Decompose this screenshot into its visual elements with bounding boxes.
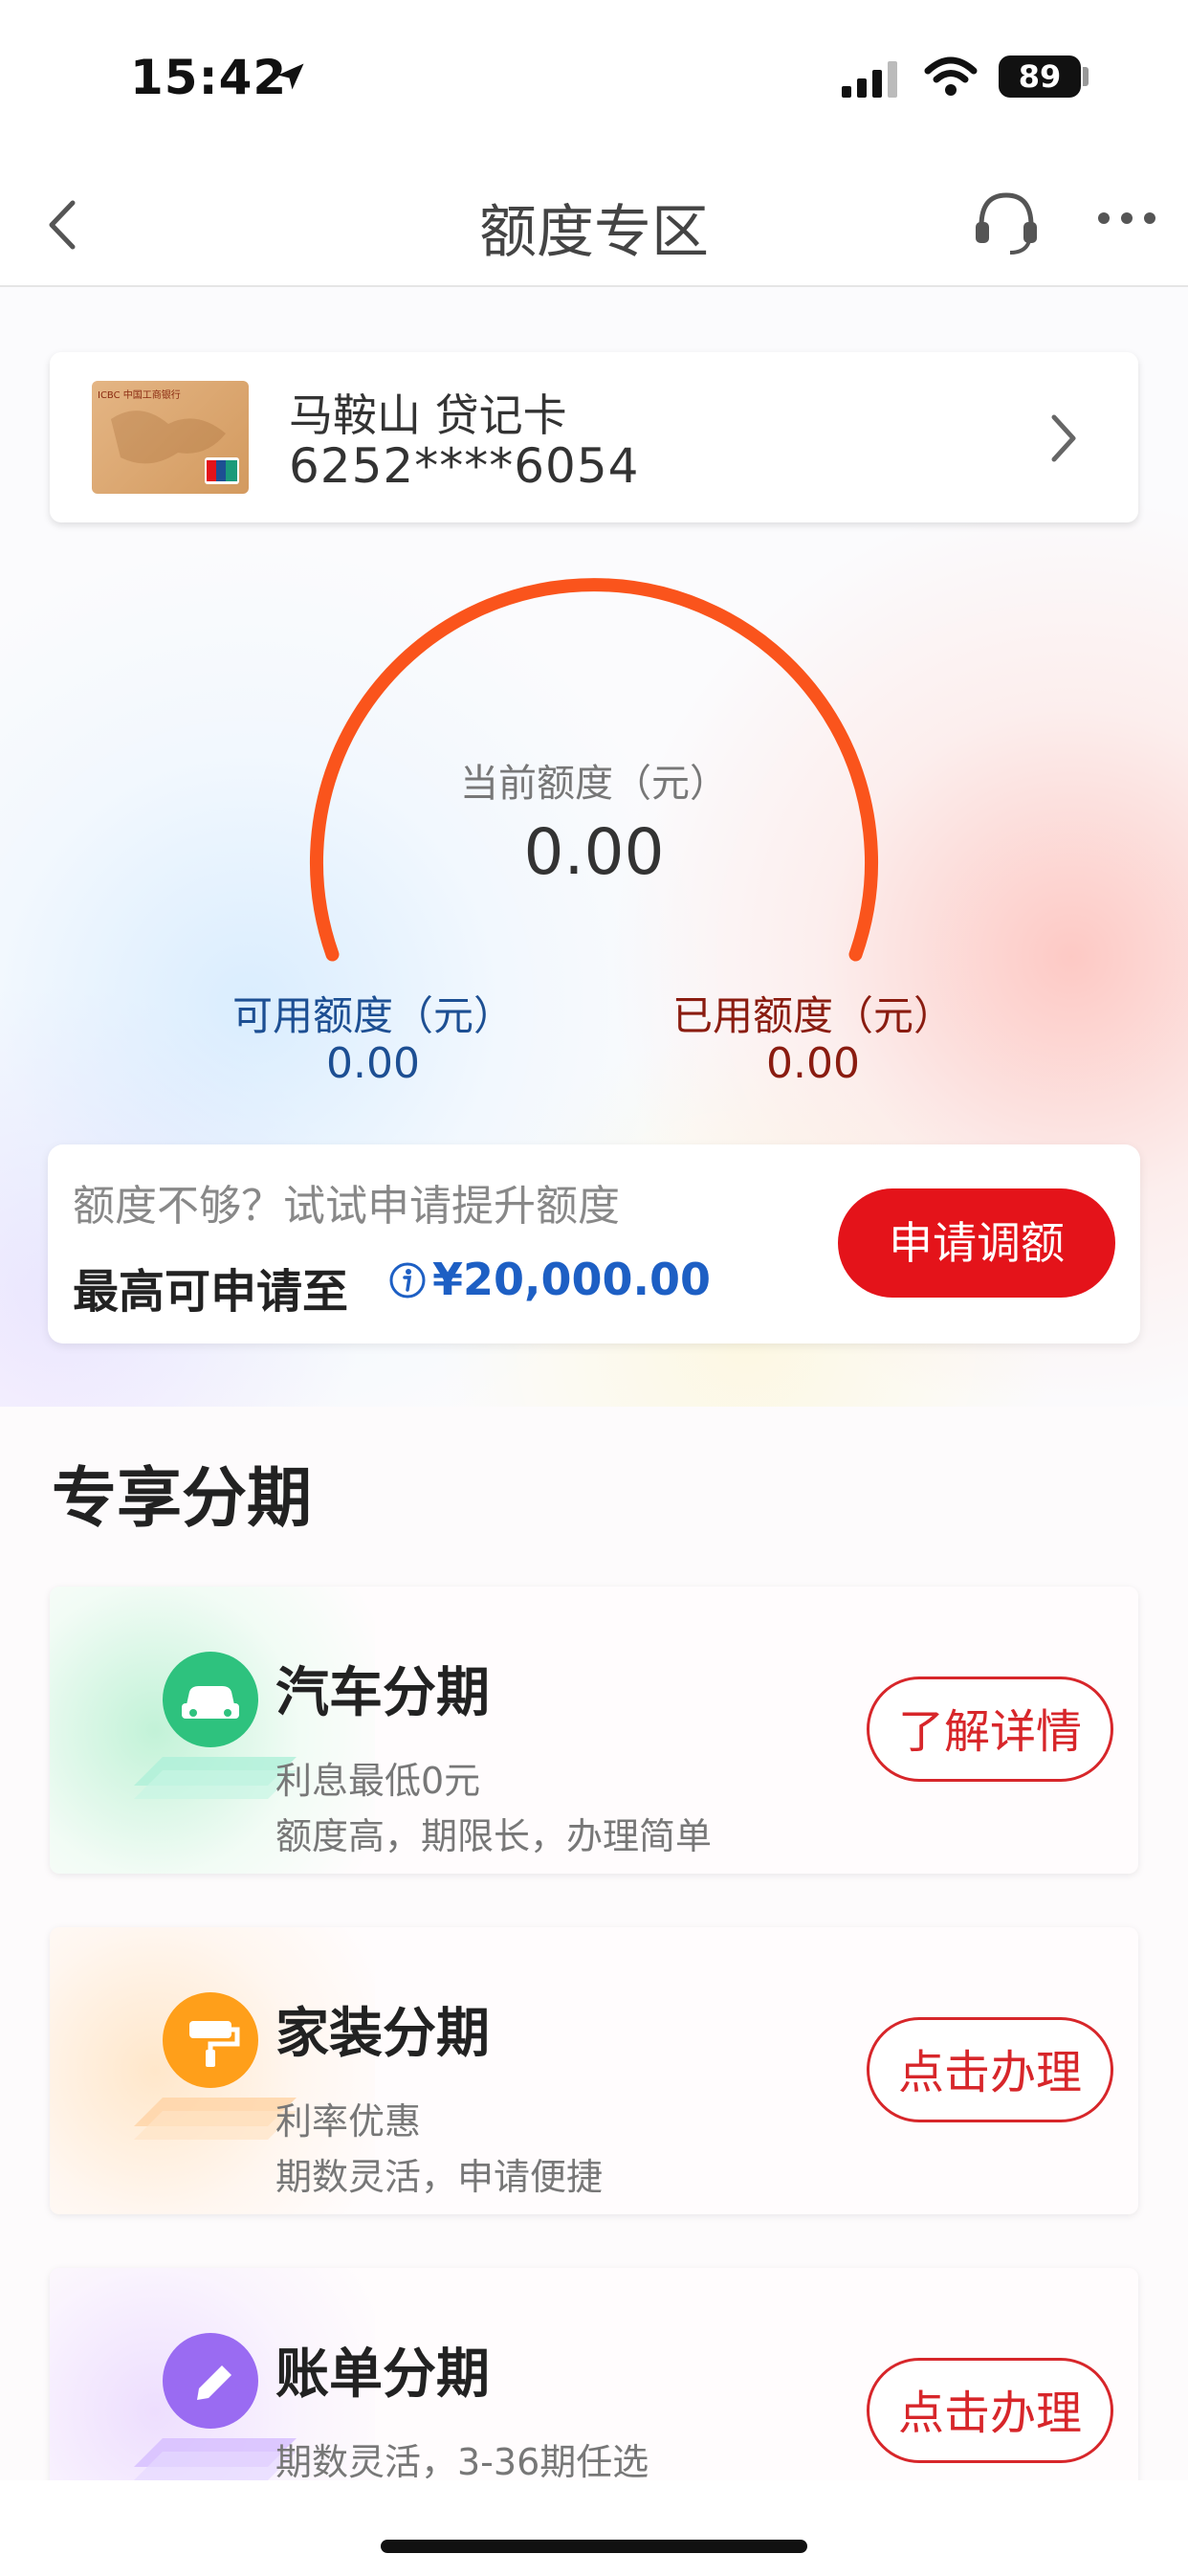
card-thumb-text: ICBC 中国工商银行 xyxy=(98,389,181,401)
current-limit-value: 0.00 xyxy=(523,815,665,889)
card-selector[interactable]: ICBC 中国工商银行 马鞍山 贷记卡 6252****6054 xyxy=(50,352,1138,522)
card-name: 马鞍山 贷记卡 xyxy=(289,389,567,441)
used-limit-label: 已用额度（元） xyxy=(671,992,954,1039)
max-apply-value: ¥20,000.00 xyxy=(432,1254,712,1305)
available-limit-value: 0.00 xyxy=(326,1039,420,1088)
chevron-right-icon xyxy=(1045,408,1083,473)
used-limit-value: 0.00 xyxy=(766,1039,860,1088)
promo-text: 额度不够？试试申请提升额度 xyxy=(73,1182,620,1231)
apply-adjust-button[interactable]: 申请调额 xyxy=(838,1188,1115,1298)
installment-subtitle: 期数灵活，3-36期任选 xyxy=(275,2441,649,2483)
available-limit-label: 可用额度（元） xyxy=(231,992,514,1039)
installment-card-home[interactable]: 家装分期 利率优惠 期数灵活，申请便捷 点击办理 xyxy=(50,1927,1138,2214)
installment-description: 额度高，期限长，办理简单 xyxy=(275,1815,713,1857)
customer-service-headset-icon[interactable] xyxy=(968,184,1045,264)
max-apply-label: 最高可申请至 xyxy=(73,1265,349,1319)
status-time: 15:42 xyxy=(130,50,288,105)
installment-title: 家装分期 xyxy=(275,2003,490,2065)
bottom-safe-area xyxy=(0,2480,1188,2576)
installment-card-car[interactable]: 汽车分期 利息最低0元 额度高，期限长，办理简单 了解详情 xyxy=(50,1587,1138,1874)
learn-more-button[interactable]: 了解详情 xyxy=(867,1677,1113,1782)
home-indicator[interactable] xyxy=(381,2540,807,2553)
installment-title: 账单分期 xyxy=(275,2343,490,2406)
section-title: 专享分期 xyxy=(52,1461,313,1537)
info-icon[interactable] xyxy=(388,1261,427,1303)
location-arrow-icon xyxy=(274,59,308,98)
more-dots-icon[interactable] xyxy=(1096,211,1157,230)
card-number: 6252****6054 xyxy=(289,438,640,494)
apply-now-button[interactable]: 点击办理 xyxy=(867,2358,1113,2463)
current-limit-label: 当前额度（元） xyxy=(460,762,728,806)
battery-icon: 89 xyxy=(999,56,1081,98)
battery-tip xyxy=(1083,67,1089,86)
nav-bar: 额度专区 xyxy=(0,163,1188,287)
card-thumbnail: ICBC 中国工商银行 xyxy=(92,381,249,494)
wifi-icon xyxy=(924,56,978,101)
limit-increase-promo: 额度不够？试试申请提升额度 最高可申请至 ¥20,000.00 申请调额 xyxy=(48,1144,1140,1344)
installment-title: 汽车分期 xyxy=(275,1662,490,1724)
cellular-signal-icon xyxy=(842,61,903,101)
installment-subtitle: 利息最低0元 xyxy=(275,1760,481,1802)
apply-now-button[interactable]: 点击办理 xyxy=(867,2017,1113,2122)
installment-description: 期数灵活，申请便捷 xyxy=(275,2156,604,2198)
installment-subtitle: 利率优惠 xyxy=(275,2100,422,2143)
